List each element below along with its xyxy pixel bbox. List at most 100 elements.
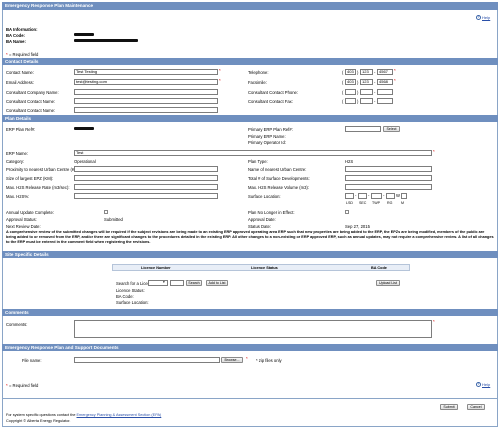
telephone-line-input[interactable]: 4567 [377,69,393,75]
col-licence-status: Licence Status [251,266,278,270]
contact-text: For system specific questions contact th… [6,413,162,417]
h2s-pct-input[interactable] [74,193,218,199]
consultant-name-label: Consultant Contact Name: [6,108,56,113]
sec-input[interactable] [358,193,367,199]
ba-info-label: BA Information: [6,27,38,32]
approval-status-value: Submitted [104,217,123,222]
required-marker: * [394,68,396,73]
licence-status-label: Licence Status: [116,288,145,293]
add-to-list-button[interactable]: Add to List [206,280,228,286]
telephone-area-input[interactable]: 403 [345,69,356,75]
total-surface-input[interactable] [345,175,432,181]
col-ba-code: BA Code [371,266,387,270]
telephone-prefix-input[interactable]: 123 [360,69,373,75]
twp-unit-label: TWP [372,201,380,205]
status-date-value: Sep 27, 2015 [345,224,370,229]
required-note-bottom: * = Required field [6,383,39,388]
contact-section-header: Contact Details [2,58,498,65]
h2s-rate-label: Max. H2S Release Rate (m3/sec): [6,185,70,190]
epz-label: Size of largest EPZ (KM): [6,176,54,181]
consultant-phone-prefix-input[interactable] [360,89,373,95]
annual-update-checkbox[interactable] [104,210,108,214]
contact-name-label: Contact Name: [6,70,34,75]
ba-code-redacted [74,33,94,36]
required-marker: * [246,356,248,361]
telephone-label: Telephone: [248,70,269,75]
sec-unit-label: SEC [359,201,367,205]
total-surface-label: Total # of Surface Developments: [248,176,310,181]
primary-name-label: Primary ERP Name: [248,134,286,139]
epz-input[interactable] [74,175,218,181]
select-button[interactable]: Select [383,126,400,132]
email-input[interactable]: test@testing.com [74,79,218,85]
ba-name-redacted [74,39,138,42]
plan-type-value: H2S [345,159,354,164]
file-name-label: File name: [22,358,42,363]
consultant-name-input[interactable] [74,107,218,113]
ba-name-label: BA Name: [6,39,26,44]
proximity-label: Proximity to nearest Urban Centre (KM): [6,167,81,172]
annual-update-label: Annual Update Complete: [6,210,54,215]
documents-section-header: Emergency Response Plan and Support Docu… [2,344,498,351]
surface-location-site-label: Surface Location: [116,300,149,305]
plan-type-label: Plan Type: [248,159,268,164]
fax-prefix-input[interactable]: 123 [360,79,373,85]
consultant-contact-input[interactable] [74,98,218,104]
h2s-volume-input[interactable] [345,184,432,190]
help-icon: ? [476,382,481,388]
file-name-input[interactable] [74,357,220,363]
primary-ref-input[interactable] [345,126,381,132]
licence-type-select[interactable] [148,280,168,286]
plan-section-header: Plan Details [2,115,498,122]
consultant-contact-label: Consultant Contact Name: [6,99,56,104]
h2s-rate-input[interactable] [74,184,218,190]
contact-name-input[interactable]: Test Testing [74,69,218,75]
browse-button[interactable]: Browse... [221,357,243,363]
status-date-label: Status Date: [248,224,272,229]
submit-button[interactable]: Submit [440,404,458,410]
help-link-top[interactable]: ? Help [476,15,490,21]
search-button[interactable]: Search [186,280,202,286]
consultant-fax-line-input[interactable] [377,98,393,104]
zip-note: * zip files only [256,358,282,363]
nearest-centre-input[interactable] [345,166,432,172]
h2s-pct-label: Max. H2S%: [6,194,30,199]
consultant-fax-area-input[interactable] [345,98,356,104]
erp-name-input[interactable]: Test [74,150,432,156]
cancel-button[interactable]: Cancel [467,404,485,410]
primary-operator-label: Primary Operator Id: [248,140,286,145]
upload-list-button[interactable]: Upload List [376,280,400,286]
twp-input[interactable] [371,193,382,199]
epa-contact-link[interactable]: Emergency Planning & Assessment Section … [77,413,162,417]
required-marker: * [394,78,396,83]
copyright: Copyright © Alberta Energy Regulator. [6,419,71,423]
consultant-phone-line-input[interactable] [377,89,393,95]
comments-label: Comments: [6,322,28,327]
erp-name-label: ERP Name: [6,151,29,156]
ba-code-label: BA Code: [6,33,25,38]
required-note: * = Required field [6,52,39,57]
help-link-bottom[interactable]: ? Help [476,382,490,388]
consultant-phone-label: Consultant Contact Phone: [248,90,299,95]
m-unit-label: M [401,201,404,205]
fax-area-input[interactable]: 403 [345,79,356,85]
comments-textarea[interactable] [74,320,432,338]
comments-section-header: Comments [2,309,498,316]
lsd-unit-label: LSD [346,201,353,205]
rg-input[interactable] [386,193,395,199]
fax-line-input[interactable]: 4568 [377,79,393,85]
plan-no-longer-checkbox[interactable] [345,210,349,214]
required-marker: * [219,78,221,83]
consultant-company-label: Consultant Company Name: [6,90,59,95]
consultant-fax-prefix-input[interactable] [360,98,373,104]
consultant-company-input[interactable] [74,89,218,95]
approval-date-label: Approval Date: [248,217,276,222]
category-value: Operational [74,159,96,164]
licence-search-input[interactable] [170,280,184,286]
lsd-input[interactable] [345,193,354,199]
erp-ref-label: ERP Plan Ref#: [6,127,36,132]
meridian-input[interactable] [401,193,407,199]
proximity-input[interactable] [74,166,218,172]
consultant-fax-label: Consultant Contact Fax: [248,99,293,104]
consultant-phone-area-input[interactable] [345,89,356,95]
